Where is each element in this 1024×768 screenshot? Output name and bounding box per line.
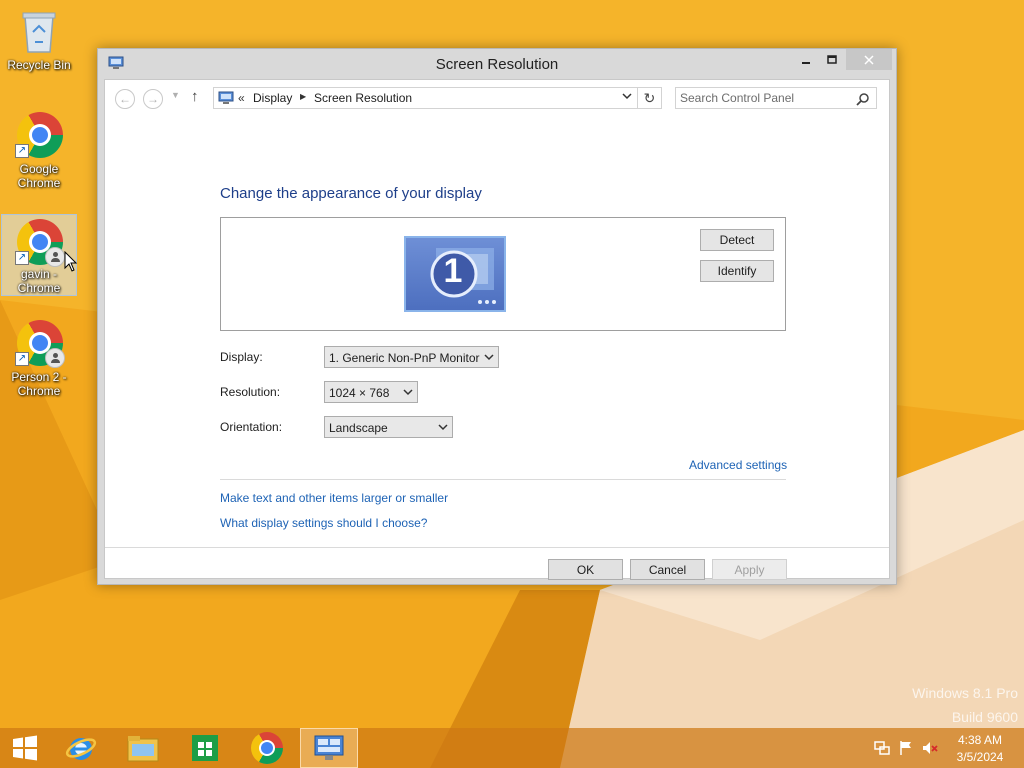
windows-build-watermark: Build 9600 bbox=[951, 709, 1018, 725]
shortcut-arrow-icon: ↗ bbox=[15, 251, 29, 265]
forward-button[interactable]: → bbox=[143, 89, 163, 109]
desktop-icon-person-2-chrome[interactable]: ↗ Person 2 - Chrome bbox=[1, 316, 77, 398]
person-badge-icon bbox=[45, 348, 65, 368]
shortcut-arrow-icon: ↗ bbox=[15, 352, 29, 366]
taskbar-store[interactable] bbox=[176, 728, 234, 768]
resolution-label: Resolution: bbox=[220, 385, 281, 399]
breadcrumb-overflow-chevron[interactable]: « bbox=[238, 91, 245, 105]
close-icon bbox=[864, 54, 874, 65]
orientation-label: Orientation: bbox=[220, 420, 283, 434]
monitor-1-tile[interactable]: 1 bbox=[404, 236, 506, 312]
taskbar: 4:38 AM 3/5/2024 bbox=[0, 728, 1024, 768]
identify-button[interactable]: Identify bbox=[700, 260, 774, 282]
resolution-select[interactable]: 1024 × 768 bbox=[324, 381, 418, 403]
page-heading: Change the appearance of your display bbox=[220, 185, 482, 202]
ok-button[interactable]: OK bbox=[548, 559, 623, 580]
screen-resolution-window: Screen Resolution ← → ▼ ↑ « Display ▶ Sc… bbox=[97, 48, 897, 585]
chrome-icon bbox=[251, 732, 283, 764]
advanced-settings-link[interactable]: Advanced settings bbox=[689, 458, 787, 472]
search-box[interactable] bbox=[675, 87, 877, 109]
chevron-down-icon bbox=[622, 93, 632, 100]
display-settings-icon bbox=[314, 735, 344, 760]
back-button[interactable]: ← bbox=[115, 89, 135, 109]
chevron-down-icon bbox=[403, 389, 413, 396]
chevron-down-icon: ▼ bbox=[171, 90, 180, 100]
network-icon[interactable] bbox=[874, 740, 890, 756]
desktop-icon-recycle-bin[interactable]: Recycle Bin bbox=[1, 4, 77, 86]
desktop-icon-label: Person 2 - Chrome bbox=[11, 370, 67, 398]
recycle-bin-icon bbox=[15, 8, 63, 56]
maximize-button[interactable] bbox=[820, 49, 844, 70]
chrome-icon: ↗ bbox=[15, 112, 63, 160]
breadcrumb-separator-icon[interactable]: ▶ bbox=[300, 92, 306, 101]
chevron-down-icon bbox=[484, 354, 494, 361]
taskbar-file-explorer[interactable] bbox=[114, 728, 172, 768]
address-bar[interactable]: « Display ▶ Screen Resolution bbox=[213, 87, 638, 109]
window-title: Screen Resolution bbox=[435, 56, 559, 73]
internet-explorer-icon bbox=[65, 738, 97, 760]
display-label: Display: bbox=[220, 350, 263, 364]
up-arrow-icon: ↑ bbox=[191, 88, 199, 105]
chrome-profile-icon: ↗ bbox=[15, 320, 65, 368]
monitor-number: 1 bbox=[443, 252, 463, 290]
monitor-arrangement-panel: 1 Detect Identify bbox=[220, 217, 786, 331]
folder-icon bbox=[127, 736, 159, 762]
search-icon[interactable] bbox=[856, 92, 870, 106]
breadcrumb-screen-resolution[interactable]: Screen Resolution bbox=[314, 91, 412, 105]
desktop-icon-label: gavin - Chrome bbox=[17, 267, 61, 295]
footer-divider bbox=[105, 547, 889, 548]
refresh-button[interactable]: ↻ bbox=[638, 87, 662, 109]
maximize-icon bbox=[827, 54, 837, 64]
taskbar-screen-resolution[interactable] bbox=[300, 728, 358, 768]
system-tray bbox=[868, 728, 948, 768]
orientation-select-value: Landscape bbox=[329, 421, 388, 435]
shortcut-arrow-icon: ↗ bbox=[15, 144, 29, 158]
window-titlebar[interactable]: Screen Resolution bbox=[98, 49, 896, 79]
windows-edition-watermark: Windows 8.1 Pro bbox=[912, 685, 1018, 701]
apply-button[interactable]: Apply bbox=[712, 559, 787, 580]
taskbar-internet-explorer[interactable] bbox=[52, 728, 110, 768]
volume-muted-icon[interactable] bbox=[922, 740, 938, 756]
desktop-icon-google-chrome[interactable]: ↗ Google Chrome bbox=[1, 108, 77, 190]
clock-time[interactable]: 4:38 AM bbox=[950, 733, 1010, 747]
breadcrumb-display[interactable]: Display bbox=[253, 91, 292, 105]
action-center-flag-icon[interactable] bbox=[898, 740, 914, 756]
back-arrow-icon: ← bbox=[119, 92, 131, 106]
start-button[interactable] bbox=[0, 728, 50, 768]
desktop-icon-label: Recycle Bin bbox=[7, 58, 71, 72]
larger-text-link[interactable]: Make text and other items larger or smal… bbox=[220, 491, 448, 505]
chrome-profile-icon: ↗ bbox=[15, 219, 65, 267]
display-settings-help-link[interactable]: What display settings should I choose? bbox=[220, 516, 427, 530]
display-select[interactable]: 1. Generic Non-PnP Monitor bbox=[324, 346, 499, 368]
detect-button[interactable]: Detect bbox=[700, 229, 774, 251]
person-badge-icon bbox=[45, 247, 65, 267]
desktop-icon-label: Google Chrome bbox=[17, 162, 61, 190]
chevron-down-icon bbox=[438, 424, 448, 431]
minimize-button[interactable] bbox=[794, 49, 818, 70]
clock-date[interactable]: 3/5/2024 bbox=[950, 750, 1010, 764]
minimize-icon bbox=[802, 61, 810, 64]
window-client-area: ← → ▼ ↑ « Display ▶ Screen Resolution ↻ … bbox=[104, 79, 890, 580]
cancel-button[interactable]: Cancel bbox=[630, 559, 705, 580]
display-select-value: 1. Generic Non-PnP Monitor bbox=[329, 351, 480, 365]
recent-locations-button[interactable]: ▼ bbox=[171, 90, 180, 100]
store-icon bbox=[192, 735, 218, 761]
up-button[interactable]: ↑ bbox=[191, 88, 199, 105]
taskbar-chrome[interactable] bbox=[238, 728, 296, 768]
mouse-cursor-icon bbox=[64, 251, 78, 272]
forward-arrow-icon: → bbox=[147, 92, 159, 106]
close-button[interactable] bbox=[846, 49, 892, 70]
divider bbox=[220, 479, 786, 480]
address-dropdown-button[interactable] bbox=[622, 91, 632, 104]
windows-logo-icon bbox=[13, 735, 37, 761]
control-panel-icon bbox=[218, 91, 234, 104]
orientation-select[interactable]: Landscape bbox=[324, 416, 453, 438]
refresh-icon: ↻ bbox=[643, 90, 656, 106]
resolution-select-value: 1024 × 768 bbox=[329, 386, 390, 400]
search-input[interactable] bbox=[680, 90, 850, 106]
